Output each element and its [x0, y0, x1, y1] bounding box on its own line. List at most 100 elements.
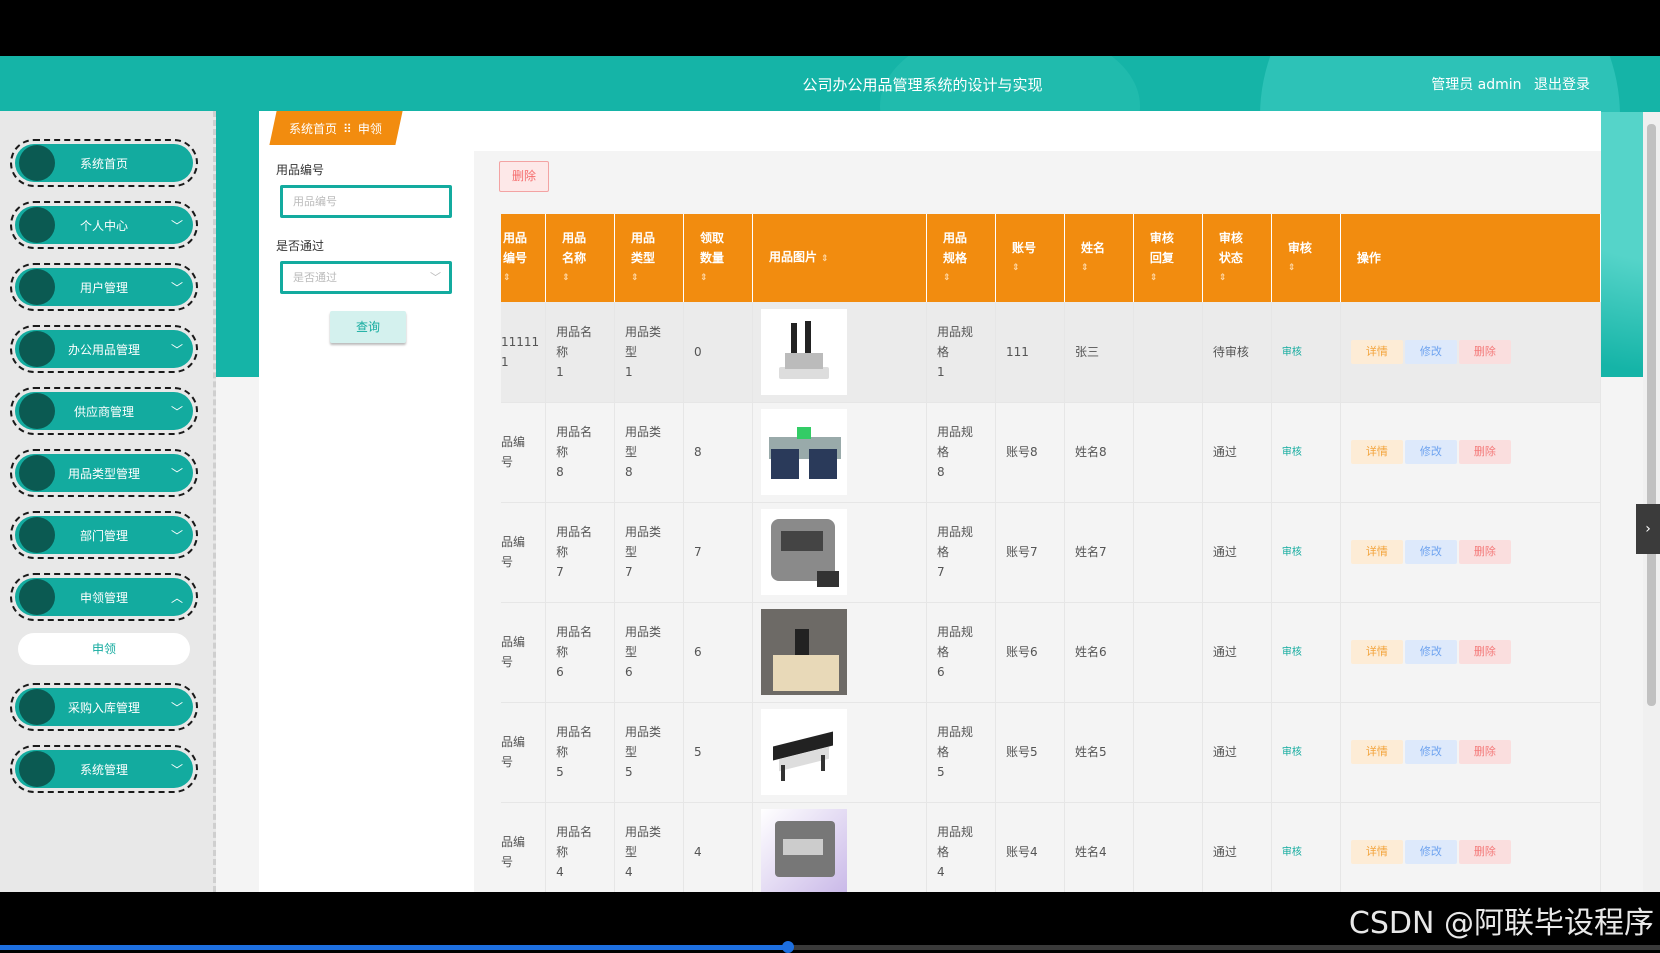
delete-button[interactable]: 删除 [1458, 339, 1511, 364]
bulk-delete-button[interactable]: 删除 [499, 161, 549, 192]
logout-link[interactable]: 退出登录 [1534, 77, 1590, 93]
chevron-icon: ︿ [170, 591, 183, 605]
sort-icon[interactable]: ⇕ [1288, 258, 1340, 278]
edit-button[interactable]: 修改 [1404, 339, 1457, 364]
sidebar-item-2[interactable]: 用户管理 ﹀ [10, 263, 198, 311]
sidebar-item-3[interactable]: 办公用品管理 ﹀ [10, 325, 198, 373]
detail-button[interactable]: 详情 [1350, 540, 1403, 564]
col-type[interactable]: 用品 类型 ⇕ [614, 214, 684, 302]
audit-link[interactable]: 审核 [1282, 547, 1302, 558]
sidebar-item-1[interactable]: 个人中心 ﹀ [10, 201, 198, 249]
pass-select[interactable]: 是否通过 ﹀ [280, 261, 452, 294]
sidebar-item-7[interactable]: 申领管理 ︿ [10, 573, 198, 621]
audit-link[interactable]: 审核 [1282, 347, 1302, 358]
delete-button[interactable]: 删除 [1458, 740, 1511, 764]
product-image[interactable] [760, 609, 847, 695]
sidebar: 系统首页 个人中心 ﹀ 用户管理 ﹀ 办公用品管理 ﹀ 供应商管理 ﹀ 用品类型管理 ﹀ 部门管理 ﹀ 申… [0, 111, 216, 892]
product-image[interactable] [760, 709, 847, 795]
audit-link[interactable]: 审核 [1282, 647, 1302, 658]
sidebar-item-0[interactable]: 系统首页 [10, 139, 198, 187]
edit-button[interactable]: 修改 [1404, 440, 1457, 464]
delete-button[interactable]: 删除 [1458, 540, 1511, 564]
cell-audit: 审核 [1271, 602, 1341, 703]
sort-icon[interactable]: ⇕ [1012, 258, 1064, 278]
col-realname[interactable]: 姓名 ⇕ [1064, 214, 1134, 302]
detail-button[interactable]: 详情 [1350, 640, 1403, 664]
sidebar-item-5[interactable]: 用品类型管理 ﹀ [10, 449, 198, 497]
table-row[interactable]: 品编号 用品名称 8 用品类型 8 8 用品规格 8 账号8 姓名8 通过 审核 详情 修改 删除 [501, 402, 1602, 503]
product-image[interactable] [760, 509, 847, 595]
col-qty[interactable]: 领取 数量 ⇕ [683, 214, 753, 302]
product-image[interactable] [760, 308, 847, 395]
col-ops-label: 操作 [1356, 251, 1381, 265]
col-img[interactable]: 用品图片 ⇕ [752, 214, 928, 302]
sidebar-item-4[interactable]: 供应商管理 ﹀ [10, 387, 198, 435]
side-toggle-button[interactable]: › [1636, 504, 1660, 554]
sort-icon[interactable]: ⇕ [631, 268, 683, 288]
breadcrumb-home[interactable]: 系统首页 [289, 122, 337, 136]
video-progress-bar[interactable] [0, 941, 1660, 953]
cell-audit: 审核 [1271, 702, 1341, 803]
cell-spec: 用品规格 1 [926, 302, 996, 403]
cell-name: 用品名称 8 [545, 402, 616, 503]
cell-reply [1133, 602, 1203, 703]
sidebar-item-label: 系统首页 [79, 156, 128, 171]
delete-button[interactable]: 删除 [1458, 640, 1511, 664]
detail-button[interactable]: 详情 [1350, 339, 1403, 364]
submenu-item-requisition[interactable]: 申领 [18, 633, 190, 665]
audit-link[interactable]: 审核 [1282, 447, 1302, 458]
sidebar-item-9[interactable]: 系统管理 ﹀ [10, 745, 198, 793]
cell-account: 账号7 [995, 502, 1065, 603]
chevron-icon: ﹀ [170, 219, 183, 233]
chevron-down-icon: ﹀ [430, 271, 441, 284]
col-status[interactable]: 审核 状态 ⇕ [1202, 214, 1272, 302]
edit-button[interactable]: 修改 [1404, 740, 1457, 764]
query-button[interactable]: 查询 [330, 311, 406, 343]
sort-icon[interactable]: ⇕ [1081, 258, 1133, 278]
cell-reply [1133, 802, 1203, 892]
sort-icon[interactable]: ⇕ [943, 268, 995, 288]
sidebar-item-8[interactable]: 采购入库管理 ﹀ [10, 683, 198, 731]
edit-button[interactable]: 修改 [1404, 840, 1457, 864]
sort-icon[interactable]: ⇕ [700, 268, 752, 288]
col-code[interactable]: 用品 编号 ⇕ [501, 214, 547, 302]
table-row[interactable]: 品编号 用品名称 6 用品类型 6 6 用品规格 6 账号6 姓名6 通过 审核 详情 修改 删除 [501, 602, 1602, 703]
page-scrollbar[interactable] [1643, 112, 1660, 892]
col-spec[interactable]: 用品 规格 ⇕ [926, 214, 996, 302]
code-placeholder: 用品编号 [293, 195, 337, 208]
delete-button[interactable]: 删除 [1458, 840, 1511, 864]
audit-link[interactable]: 审核 [1282, 747, 1302, 758]
table-row[interactable]: 11111 1 用品名称 1 用品类型 1 0 用品规格 1 111 张三 待审核 审核 详情 修改… [501, 302, 1602, 403]
col-reply[interactable]: 审核 回复 ⇕ [1133, 214, 1203, 302]
cell-qty: 4 [683, 802, 753, 892]
progress-knob[interactable] [782, 941, 794, 953]
detail-button[interactable]: 详情 [1350, 440, 1403, 464]
chevron-icon: ﹀ [170, 343, 183, 357]
table-row[interactable]: 品编号 用品名称 5 用品类型 5 5 用品规格 5 账号5 姓名5 通过 审核 详情 修改 删除 [501, 702, 1602, 803]
edit-button[interactable]: 修改 [1404, 640, 1457, 664]
sort-icon[interactable]: ⇕ [562, 268, 614, 288]
code-search-input[interactable]: 用品编号 [280, 185, 452, 218]
table-row[interactable]: 品编号 用品名称 4 用品类型 4 4 用品规格 4 账号4 姓名4 通过 审核 详情 修改 删除 [501, 802, 1602, 892]
sort-icon[interactable]: ⇕ [821, 254, 829, 264]
sort-icon[interactable]: ⇕ [503, 268, 545, 288]
sort-icon[interactable]: ⇕ [1150, 268, 1202, 288]
sidebar-item-6[interactable]: 部门管理 ﹀ [10, 511, 198, 559]
product-image[interactable] [760, 409, 847, 495]
audit-link[interactable]: 审核 [1282, 847, 1302, 858]
col-account[interactable]: 账号 ⇕ [995, 214, 1065, 302]
scrollbar-thumb[interactable] [1647, 124, 1656, 706]
detail-button[interactable]: 详情 [1350, 740, 1403, 764]
table-header-row: 用品 编号 ⇕ 用品 名称 ⇕ 用品 类型 ⇕ 领取 数量 ⇕ 用品图片 ⇕ 用品 规格 ⇕ 账号 ⇕ … [501, 214, 1602, 302]
col-code-l1: 用品 [503, 231, 528, 245]
col-audit[interactable]: 审核 ⇕ [1271, 214, 1341, 302]
detail-button[interactable]: 详情 [1350, 840, 1403, 864]
table-row[interactable]: 品编号 用品名称 7 用品类型 7 7 用品规格 7 账号7 姓名7 通过 审核 详情 修改 删除 [501, 502, 1602, 603]
sidebar-item-label: 部门管理 [79, 528, 128, 543]
edit-button[interactable]: 修改 [1404, 540, 1457, 564]
sidebar-item-label: 采购入库管理 [67, 700, 140, 715]
delete-button[interactable]: 删除 [1458, 440, 1511, 464]
col-name[interactable]: 用品 名称 ⇕ [545, 214, 616, 302]
sort-icon[interactable]: ⇕ [1219, 268, 1271, 288]
product-image[interactable] [760, 809, 847, 892]
